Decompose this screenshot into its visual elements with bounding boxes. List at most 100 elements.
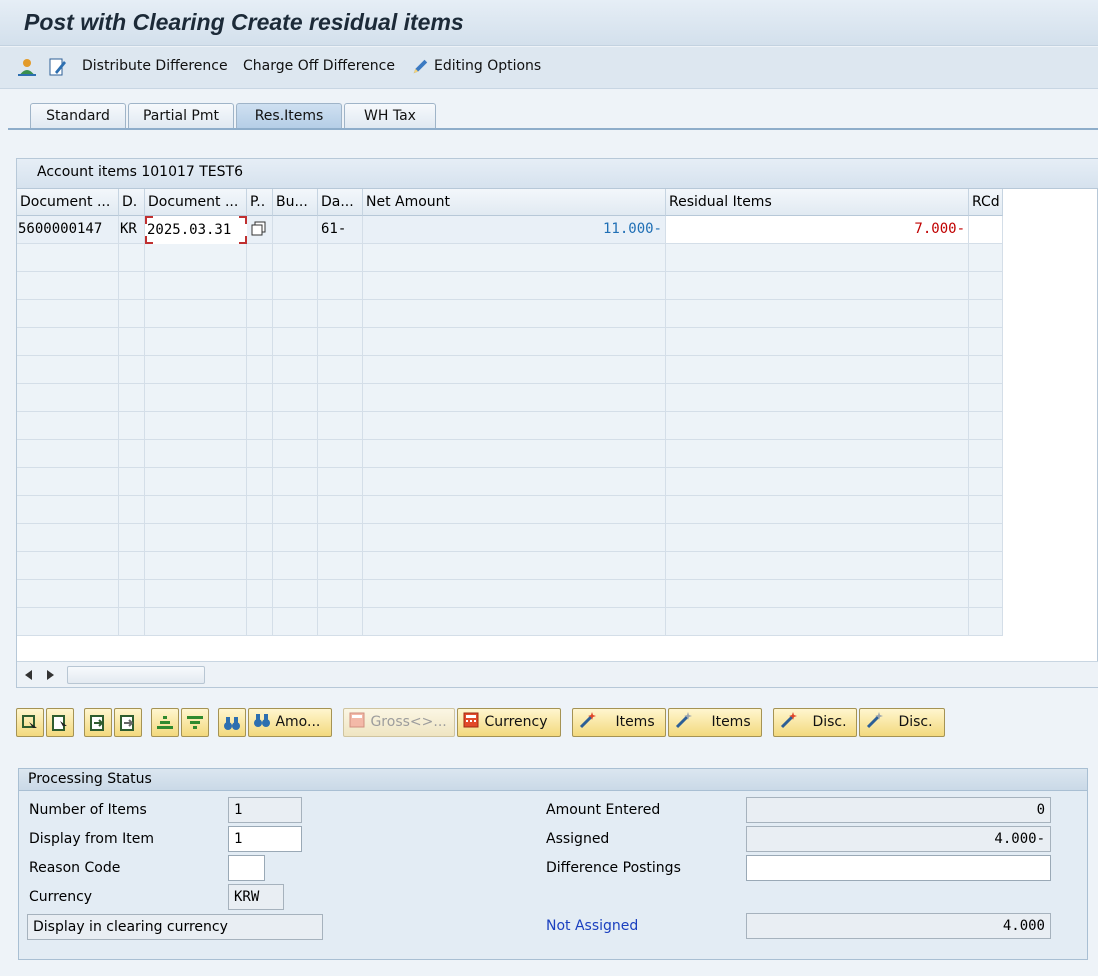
sort-ascending-button[interactable] bbox=[151, 708, 179, 737]
empty-cell[interactable] bbox=[145, 468, 247, 496]
empty-cell[interactable] bbox=[247, 272, 273, 300]
empty-cell[interactable] bbox=[17, 552, 119, 580]
empty-cell[interactable] bbox=[363, 244, 666, 272]
empty-cell[interactable] bbox=[17, 412, 119, 440]
cell-document-date[interactable]: 2025.03.31 bbox=[145, 216, 247, 244]
empty-cell[interactable] bbox=[363, 552, 666, 580]
empty-cell[interactable] bbox=[119, 440, 145, 468]
empty-cell[interactable] bbox=[17, 328, 119, 356]
empty-cell[interactable] bbox=[17, 608, 119, 636]
deselect-all-button[interactable] bbox=[46, 708, 74, 737]
cell-residual-items[interactable]: 7.000- bbox=[666, 216, 969, 244]
activate-items-wand-button[interactable]: Items bbox=[572, 708, 666, 737]
empty-cell[interactable] bbox=[273, 468, 318, 496]
empty-cell[interactable] bbox=[363, 496, 666, 524]
empty-cell[interactable] bbox=[969, 272, 1003, 300]
cell-p[interactable] bbox=[247, 216, 273, 244]
deactivate-items-wand-button[interactable]: Items bbox=[668, 708, 762, 737]
scroll-left-icon[interactable] bbox=[25, 670, 33, 680]
empty-cell[interactable] bbox=[273, 552, 318, 580]
empty-cell[interactable] bbox=[17, 272, 119, 300]
empty-cell[interactable] bbox=[145, 440, 247, 468]
sort-descending-button[interactable] bbox=[181, 708, 209, 737]
empty-cell[interactable] bbox=[119, 580, 145, 608]
empty-cell[interactable] bbox=[969, 300, 1003, 328]
difference-postings-input[interactable] bbox=[746, 855, 1051, 881]
empty-cell[interactable] bbox=[119, 608, 145, 636]
cell-bu[interactable] bbox=[273, 216, 318, 244]
empty-cell[interactable] bbox=[17, 244, 119, 272]
tab-wh-tax[interactable]: WH Tax bbox=[344, 103, 436, 129]
empty-cell[interactable] bbox=[119, 244, 145, 272]
empty-cell[interactable] bbox=[969, 244, 1003, 272]
empty-cell[interactable] bbox=[318, 468, 363, 496]
empty-cell[interactable] bbox=[969, 496, 1003, 524]
empty-cell[interactable] bbox=[273, 412, 318, 440]
empty-cell[interactable] bbox=[247, 496, 273, 524]
empty-cell[interactable] bbox=[969, 468, 1003, 496]
empty-cell[interactable] bbox=[119, 384, 145, 412]
deactivate-items-button[interactable] bbox=[114, 708, 142, 737]
select-all-button[interactable] bbox=[16, 708, 44, 737]
pencil-icon[interactable] bbox=[411, 57, 429, 77]
empty-cell[interactable] bbox=[247, 356, 273, 384]
empty-cell[interactable] bbox=[969, 328, 1003, 356]
empty-cell[interactable] bbox=[145, 552, 247, 580]
empty-cell[interactable] bbox=[666, 328, 969, 356]
empty-cell[interactable] bbox=[273, 356, 318, 384]
column-header-net-amount[interactable]: Net Amount bbox=[363, 189, 666, 216]
copy-icon[interactable] bbox=[250, 220, 268, 238]
empty-cell[interactable] bbox=[666, 580, 969, 608]
empty-cell[interactable] bbox=[145, 272, 247, 300]
empty-cell[interactable] bbox=[247, 608, 273, 636]
empty-cell[interactable] bbox=[363, 440, 666, 468]
empty-cell[interactable] bbox=[363, 300, 666, 328]
empty-cell[interactable] bbox=[666, 468, 969, 496]
empty-cell[interactable] bbox=[666, 244, 969, 272]
empty-cell[interactable] bbox=[17, 496, 119, 524]
empty-cell[interactable] bbox=[145, 328, 247, 356]
column-header-days[interactable]: Da... bbox=[318, 189, 363, 216]
column-header-p[interactable]: P.. bbox=[247, 189, 273, 216]
empty-cell[interactable] bbox=[145, 608, 247, 636]
find-button[interactable] bbox=[218, 708, 246, 737]
empty-cell[interactable] bbox=[145, 524, 247, 552]
empty-cell[interactable] bbox=[145, 300, 247, 328]
empty-cell[interactable] bbox=[318, 412, 363, 440]
empty-cell[interactable] bbox=[273, 272, 318, 300]
gross-net-button[interactable]: Gross<>... bbox=[343, 708, 455, 737]
display-clearing-currency-button[interactable]: Display in clearing currency bbox=[27, 914, 323, 940]
empty-cell[interactable] bbox=[17, 300, 119, 328]
column-header-document-no[interactable]: Document ... bbox=[17, 189, 119, 216]
empty-cell[interactable] bbox=[273, 440, 318, 468]
disc-deactivate-button[interactable]: Disc. bbox=[859, 708, 945, 737]
empty-cell[interactable] bbox=[247, 440, 273, 468]
empty-cell[interactable] bbox=[666, 524, 969, 552]
cell-doc-type[interactable]: KR bbox=[119, 216, 145, 244]
empty-cell[interactable] bbox=[666, 384, 969, 412]
tab-res-items[interactable]: Res.Items bbox=[236, 103, 342, 129]
empty-cell[interactable] bbox=[247, 580, 273, 608]
empty-cell[interactable] bbox=[119, 496, 145, 524]
currency-button[interactable]: Currency bbox=[457, 708, 561, 737]
empty-cell[interactable] bbox=[318, 272, 363, 300]
empty-cell[interactable] bbox=[145, 356, 247, 384]
empty-cell[interactable] bbox=[145, 496, 247, 524]
empty-cell[interactable] bbox=[969, 552, 1003, 580]
distribute-difference-button[interactable]: Distribute Difference bbox=[82, 58, 228, 74]
empty-cell[interactable] bbox=[17, 384, 119, 412]
empty-cell[interactable] bbox=[363, 272, 666, 300]
empty-cell[interactable] bbox=[247, 524, 273, 552]
empty-cell[interactable] bbox=[17, 356, 119, 384]
empty-cell[interactable] bbox=[145, 384, 247, 412]
horizontal-scrollbar[interactable] bbox=[17, 661, 1098, 687]
cell-days[interactable]: 61- bbox=[318, 216, 363, 244]
activate-items-button[interactable] bbox=[84, 708, 112, 737]
empty-cell[interactable] bbox=[17, 440, 119, 468]
empty-cell[interactable] bbox=[318, 440, 363, 468]
empty-cell[interactable] bbox=[318, 496, 363, 524]
column-header-residual-items[interactable]: Residual Items bbox=[666, 189, 969, 216]
empty-cell[interactable] bbox=[17, 580, 119, 608]
empty-cell[interactable] bbox=[247, 552, 273, 580]
empty-cell[interactable] bbox=[666, 552, 969, 580]
